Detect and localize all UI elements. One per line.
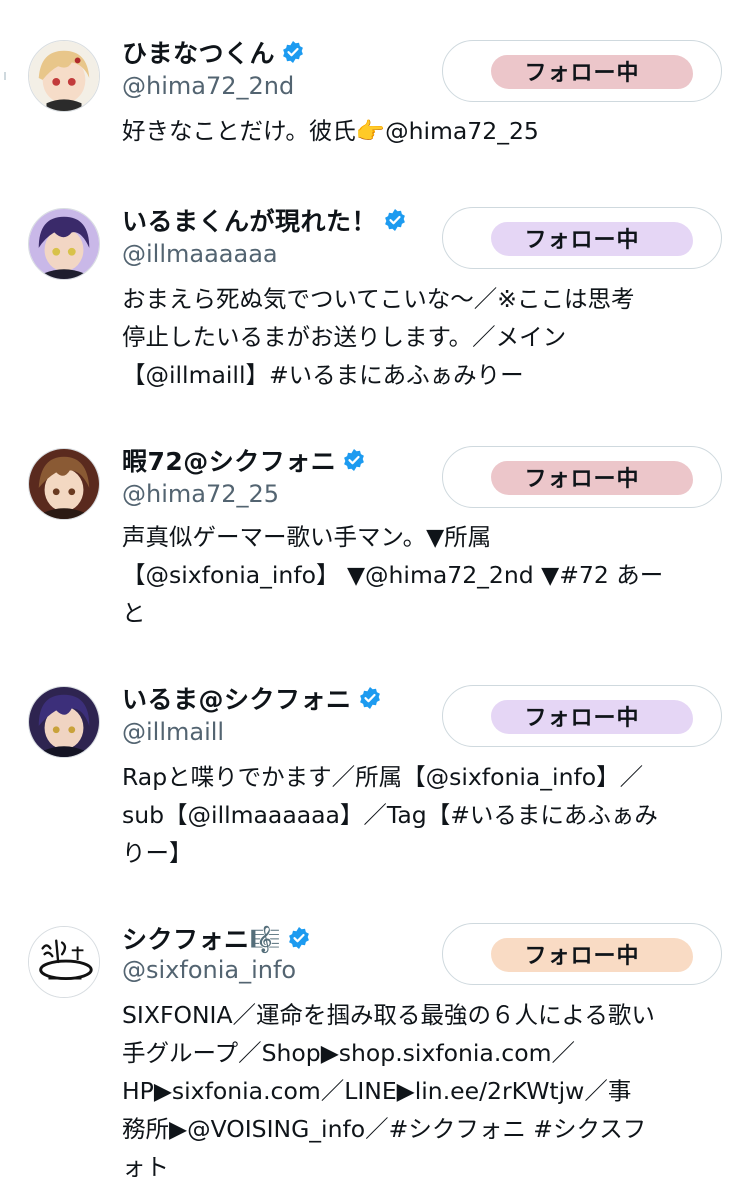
user-cell[interactable]: いるま@シクフォニ @illmaill Rapと喋りでかます／所属【@sixfo… — [0, 670, 749, 910]
user-cell[interactable]: 暇72@シクフォニ @hima72_25 声真似ゲーマー歌い手マン。▼所属 【@… — [0, 430, 749, 670]
following-button-label: フォロー中 — [524, 61, 640, 86]
purple-hair-boy-avatar-icon[interactable] — [28, 208, 100, 280]
user-bio: SIXFONIA／運命を掴み取る最強の６人による歌い 手グループ／Shop▶sh… — [122, 1001, 655, 1181]
following-button-label: フォロー中 — [524, 944, 640, 969]
display-name-row: シクフォニ🎼 — [122, 920, 311, 956]
display-name-row: いるま@シクフォニ — [122, 680, 382, 716]
following-button[interactable]: フォロー中 — [442, 923, 722, 985]
user-handle[interactable]: @hima72_25 — [122, 480, 279, 508]
user-handle[interactable]: @illmaaaaaa — [122, 240, 278, 268]
following-button[interactable]: フォロー中 — [442, 40, 722, 102]
user-cell[interactable]: いるまくんが現れた！ @illmaaaaaa おまえら死ぬ気でついてこいな〜／※… — [0, 190, 749, 430]
user-handle[interactable]: @hima72_2nd — [122, 72, 294, 100]
display-name-row: いるまくんが現れた！ — [122, 202, 407, 238]
following-button[interactable]: フォロー中 — [442, 446, 722, 508]
row-edge-mark — [4, 72, 6, 80]
dark-purple-hair-boy-avatar-icon[interactable] — [28, 686, 100, 758]
verified-badge-icon — [287, 926, 311, 950]
user-cell[interactable]: シクフォニ🎼 @sixfonia_info SIXFONIA／運命を掴み取る最強… — [0, 910, 749, 1181]
display-name[interactable]: いるま@シクフォニ — [122, 680, 352, 716]
verified-badge-icon — [281, 40, 305, 64]
following-button[interactable]: フォロー中 — [442, 207, 722, 269]
verified-badge-icon — [342, 448, 366, 472]
display-name[interactable]: いるまくんが現れた！ — [122, 202, 377, 238]
following-button-label: フォロー中 — [524, 467, 640, 492]
display-name[interactable]: 暇72@シクフォニ — [122, 442, 336, 478]
user-bio: Rapと喋りでかます／所属【@sixfonia_info】／ sub【@illm… — [122, 763, 658, 867]
following-button[interactable]: フォロー中 — [442, 685, 722, 747]
user-bio: 好きなことだけ。彼氏👉@hima72_25 — [122, 117, 539, 145]
user-bio: おまえら死ぬ気でついてこいな〜／※ここは思考 停止したいるまがお送りします。／メ… — [122, 285, 635, 389]
sixfonia-logo-icon[interactable] — [28, 926, 100, 998]
user-cell[interactable]: ひまなつくん @hima72_2nd 好きなことだけ。彼氏👉@hima72_25… — [0, 0, 749, 190]
following-button-label: フォロー中 — [524, 706, 640, 731]
brown-hair-boy-avatar-icon[interactable] — [28, 448, 100, 520]
verified-badge-icon — [383, 208, 407, 232]
following-button-label: フォロー中 — [524, 228, 640, 253]
verified-badge-icon — [358, 686, 382, 710]
user-handle[interactable]: @illmaill — [122, 718, 224, 746]
display-name-row: ひまなつくん — [122, 34, 305, 70]
display-name[interactable]: ひまなつくん — [122, 34, 275, 70]
display-name-row: 暇72@シクフォニ — [122, 442, 366, 478]
display-name[interactable]: シクフォニ🎼 — [122, 920, 281, 956]
user-handle[interactable]: @sixfonia_info — [122, 956, 296, 984]
user-bio: 声真似ゲーマー歌い手マン。▼所属 【@sixfonia_info】 ▼@hima… — [122, 523, 664, 627]
blond-boy-avatar-icon[interactable] — [28, 40, 100, 112]
